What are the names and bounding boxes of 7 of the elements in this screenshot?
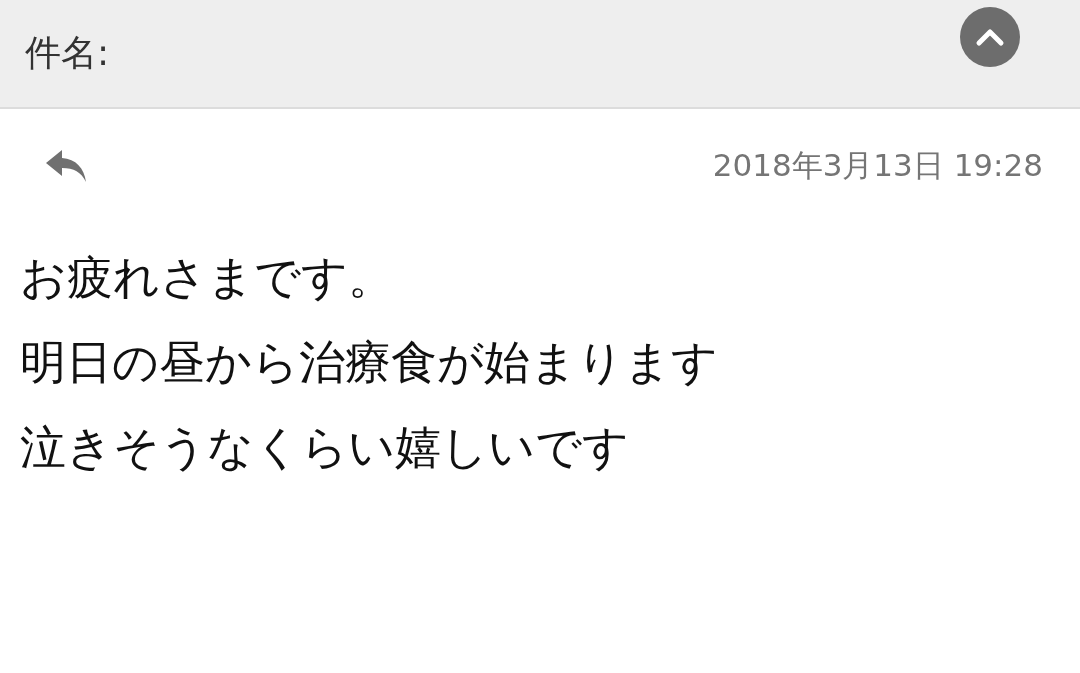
- message-line: 明日の昼から治療食が始まります: [20, 334, 719, 391]
- chevron-up-icon: [975, 26, 1005, 47]
- subject-label: 件名:: [25, 31, 110, 75]
- reply-icon[interactable]: [44, 148, 88, 184]
- message-line: お疲れさまです。: [20, 249, 395, 306]
- message-line: 泣きそうなくらい嬉しいです: [20, 419, 630, 476]
- message-date: 2018年3月13日 19:28: [712, 146, 1043, 185]
